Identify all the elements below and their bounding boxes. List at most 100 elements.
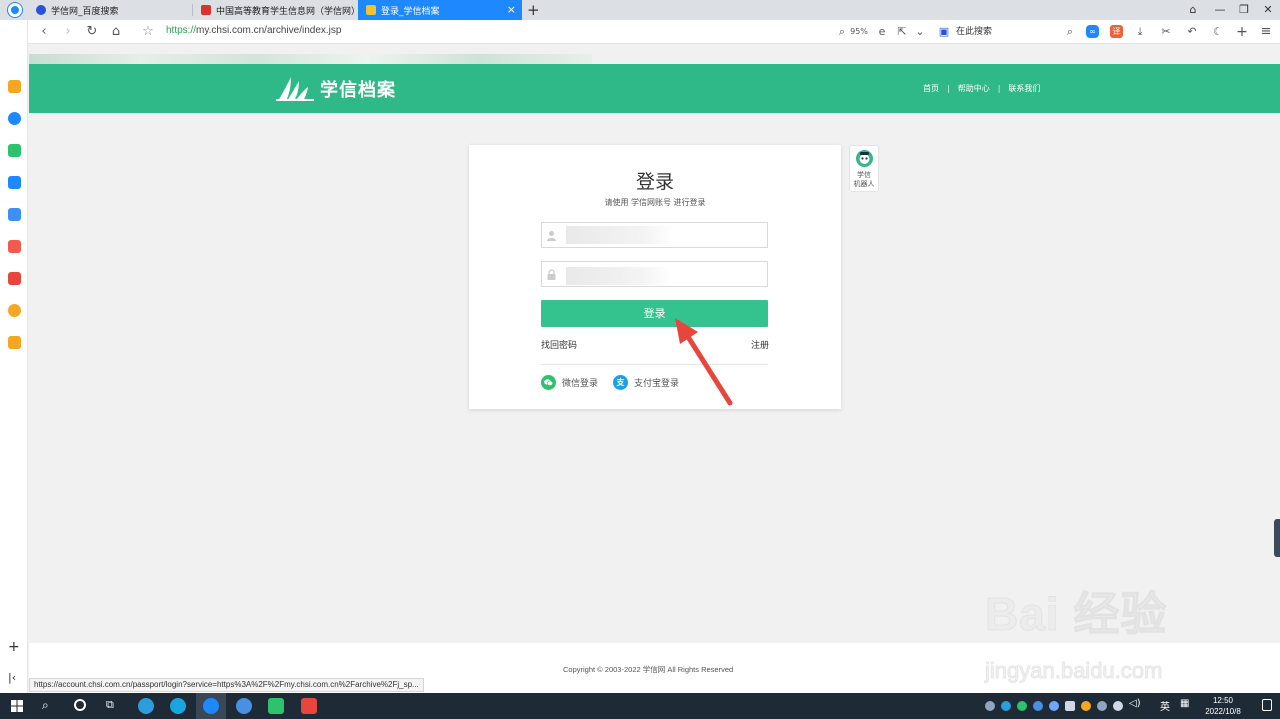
edge-icon[interactable] xyxy=(170,698,186,714)
tray-app-icon[interactable] xyxy=(1017,701,1027,711)
password-input[interactable] xyxy=(566,262,766,286)
taskbar-search-app-icon[interactable] xyxy=(138,698,154,714)
favorites-icon[interactable] xyxy=(8,80,21,93)
top-nav: 首页 | 帮助中心 | 联系我们 xyxy=(923,83,1040,94)
browser-sidebar: + |‹ xyxy=(0,20,28,693)
tray-app-icon[interactable] xyxy=(1113,701,1123,711)
username-field[interactable] xyxy=(541,222,768,248)
task-view-icon[interactable]: ⧉ xyxy=(106,698,114,712)
browser-taskbar-icon[interactable] xyxy=(203,698,219,714)
minimize-icon[interactable]: — xyxy=(1212,2,1228,18)
tray-app-icon[interactable] xyxy=(1097,701,1107,711)
search-box[interactable]: 在此搜索 xyxy=(956,24,1076,40)
home-icon[interactable]: ⌂ xyxy=(108,24,124,40)
password-field[interactable] xyxy=(541,261,768,287)
nav-separator: | xyxy=(947,84,950,93)
tab-label: 登录_学信档案 xyxy=(381,6,440,17)
close-tab-icon[interactable]: × xyxy=(507,3,516,16)
wechat-login-label: 微信登录 xyxy=(562,379,599,389)
tray-app-icon[interactable] xyxy=(1065,701,1075,711)
tray-app-icon[interactable] xyxy=(1033,701,1043,711)
new-tab-button[interactable]: + xyxy=(527,1,540,19)
translate-icon[interactable]: 译 xyxy=(1110,25,1123,38)
search-tool-icon[interactable] xyxy=(8,304,21,317)
zoom-level[interactable]: 95% xyxy=(848,24,870,40)
baidu-jingyan-watermark: Bai 经验 jingyan.baidu.com xyxy=(984,578,1215,688)
wechat-login[interactable]: 微信登录 xyxy=(541,375,598,390)
forgot-password-link[interactable]: 找回密码 xyxy=(541,338,577,351)
nav-home[interactable]: 首页 xyxy=(923,83,939,94)
search-engine-icon[interactable]: ▣ xyxy=(936,24,952,40)
volume-icon[interactable]: ◁) xyxy=(1129,698,1141,709)
url-field[interactable]: https://my.chsi.com.cn/archive/index.jsp xyxy=(166,25,341,36)
sidebar-add-icon[interactable]: + xyxy=(8,639,20,655)
windows-taskbar: ⌕ ⧉ ◁) 英 ▦ 12:50 2022/10/8 xyxy=(0,693,1280,719)
bookmark-star-icon[interactable]: ☆ xyxy=(140,24,156,40)
scissors-icon[interactable]: ✂ xyxy=(1158,24,1174,40)
tab-label: 中国高等教育学生信息网（学信网） xyxy=(216,6,357,17)
input-language[interactable]: 英 xyxy=(1160,698,1170,713)
robot-assistant[interactable]: 学信 机器人 xyxy=(849,145,879,192)
alipay-icon: 支 xyxy=(613,375,628,390)
menu-icon[interactable]: ≡ xyxy=(1258,24,1274,40)
clock-time: 12:50 xyxy=(1212,696,1234,705)
status-bar-url: https://account.chsi.com.cn/passport/log… xyxy=(29,678,424,692)
tab-baidu-search[interactable]: 学信网_百度搜索 xyxy=(28,0,192,20)
robot-label-line2: 机器人 xyxy=(853,180,875,188)
chsi-flag-icon xyxy=(201,5,211,15)
red-arrow-annotation xyxy=(675,318,733,406)
watermark-url: jingyan.baidu.com xyxy=(984,658,1163,684)
collapse-sidebar-icon[interactable]: |‹ xyxy=(8,671,16,684)
register-link[interactable]: 注册 xyxy=(751,338,769,351)
tab-login-archive[interactable]: 登录_学信档案 × xyxy=(358,0,522,20)
sogou-icon[interactable] xyxy=(236,698,252,714)
side-floating-tab[interactable] xyxy=(1274,519,1280,557)
nav-contact[interactable]: 联系我们 xyxy=(1008,83,1040,94)
tab-chsi[interactable]: 中国高等教育学生信息网（学信网） xyxy=(193,0,357,20)
chevron-down-icon[interactable]: ⌄ xyxy=(912,24,928,40)
night-mode-icon[interactable]: ☾ xyxy=(1210,24,1226,40)
upload-icon[interactable] xyxy=(8,176,21,189)
search-icon[interactable]: ⌕ xyxy=(42,698,49,713)
wps-icon[interactable] xyxy=(301,698,317,714)
lock-icon xyxy=(547,269,556,280)
login-subtitle: 请使用 学信网账号 进行登录 xyxy=(604,198,706,207)
tray-app-icon[interactable] xyxy=(1081,701,1091,711)
browser-logo-icon[interactable] xyxy=(8,3,22,17)
wechat-taskbar-icon[interactable] xyxy=(268,698,284,714)
shirt-skin-icon[interactable]: ⌂ xyxy=(1185,2,1201,18)
user-icon xyxy=(547,231,556,241)
nav-separator: | xyxy=(997,84,1001,93)
network-tray-icon[interactable] xyxy=(985,701,995,711)
reload-icon[interactable]: ↻ xyxy=(84,24,100,40)
game-icon[interactable] xyxy=(8,208,21,221)
back-icon[interactable]: ‹ xyxy=(36,24,52,40)
cortana-icon[interactable] xyxy=(74,699,86,711)
robot-label-line1: 学信 xyxy=(857,171,871,179)
username-input[interactable] xyxy=(566,223,766,247)
share-icon[interactable]: ⇱ xyxy=(894,24,910,40)
taskbar-clock[interactable]: 12:50 2022/10/8 xyxy=(1198,695,1248,717)
ie-mode-icon[interactable]: e xyxy=(874,24,890,40)
site-logo[interactable]: 学信档案 xyxy=(276,76,396,102)
forward-icon[interactable]: › xyxy=(60,24,76,40)
restore-icon[interactable]: ❐ xyxy=(1236,2,1252,18)
undo-icon[interactable]: ↶ xyxy=(1184,24,1200,40)
close-window-icon[interactable]: ✕ xyxy=(1260,2,1276,18)
shield-tray-icon[interactable] xyxy=(1049,701,1059,711)
tray-app-icon[interactable] xyxy=(1001,701,1011,711)
notes-icon[interactable] xyxy=(8,336,21,349)
download-icon[interactable]: ⤓ xyxy=(1132,24,1148,40)
history-clock-icon[interactable] xyxy=(8,112,21,125)
extension-infinity-icon[interactable]: ∞ xyxy=(1086,25,1099,38)
app-store-icon[interactable] xyxy=(8,240,21,253)
search-icon[interactable]: ⌕ xyxy=(1062,24,1078,40)
pdf-icon[interactable] xyxy=(8,272,21,285)
wechat-icon[interactable] xyxy=(8,144,21,157)
add-icon[interactable]: + xyxy=(1234,24,1250,40)
input-grid-icon[interactable]: ▦ xyxy=(1180,698,1189,709)
windows-start-icon[interactable] xyxy=(11,700,23,712)
notification-icon[interactable] xyxy=(1262,699,1272,711)
nav-help[interactable]: 帮助中心 xyxy=(958,83,990,94)
url-scheme: https:// xyxy=(166,25,197,36)
